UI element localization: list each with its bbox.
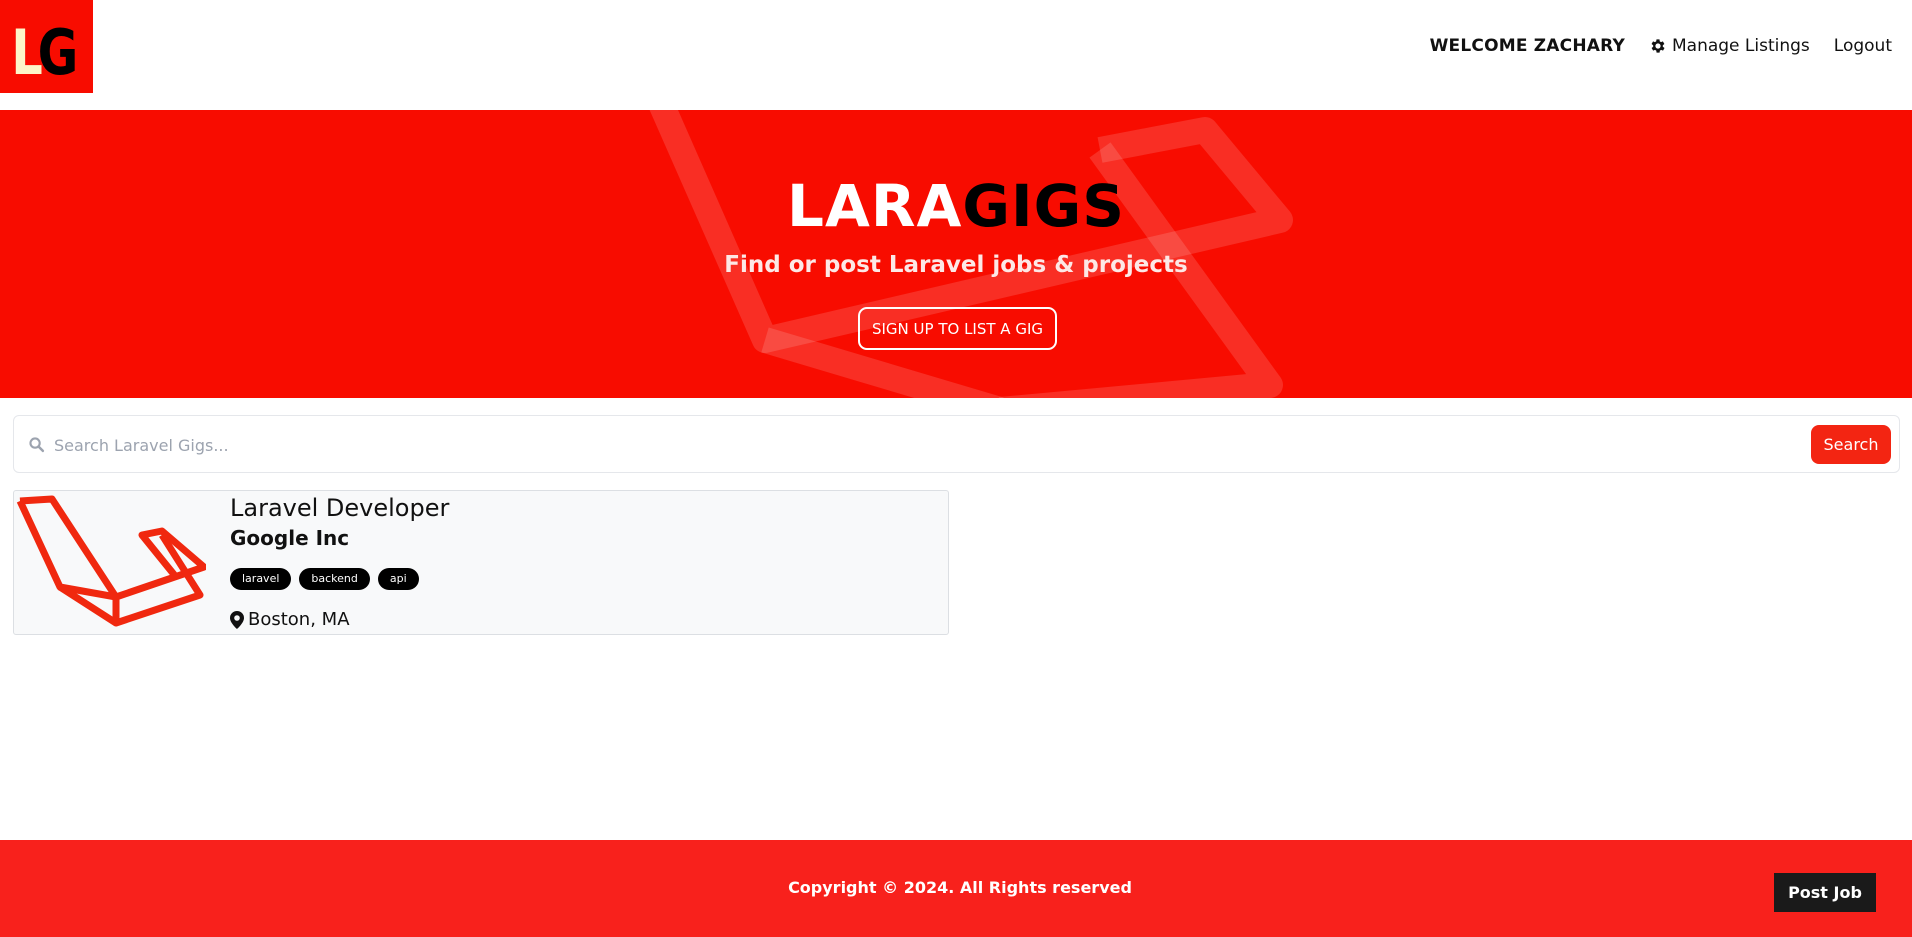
signup-list-gig-button[interactable]: SIGN UP TO LIST A GIG [858, 307, 1057, 350]
search-button[interactable]: Search [1811, 425, 1891, 464]
tag-laravel[interactable]: laravel [230, 568, 292, 590]
listing-title[interactable]: Laravel Developer [230, 494, 449, 522]
logout-link[interactable]: Logout [1834, 36, 1892, 56]
hero-title-gigs: GIGS [962, 172, 1125, 240]
lg-logo-icon: L G [0, 0, 93, 93]
listing-company: Google Inc [230, 526, 350, 550]
hero-title: LARAGIGS [0, 172, 1912, 240]
tag-api[interactable]: api [377, 568, 419, 590]
welcome-text: WELCOME ZACHARY [1429, 36, 1625, 56]
laravel-logo-icon [16, 495, 206, 627]
search-bar: Search [13, 415, 1900, 473]
manage-listings-label: Manage Listings [1671, 36, 1810, 56]
hero-subtitle: Find or post Laravel jobs & projects [724, 252, 1188, 278]
post-job-button[interactable]: Post Job [1774, 873, 1876, 912]
listing-card[interactable]: Laravel Developer Google Inc laravel bac… [13, 490, 949, 635]
listing-location: Boston, MA [230, 609, 350, 630]
manage-listings-link[interactable]: Manage Listings [1649, 36, 1810, 56]
site-logo[interactable]: L G [0, 0, 93, 93]
footer: Copyright © 2024. All Rights reserved Po… [0, 840, 1912, 937]
navbar: L G WELCOME ZACHARY Manage Listings Logo… [0, 0, 1912, 110]
copyright-text: Copyright © 2024. All Rights reserved [788, 878, 1132, 897]
svg-text:G: G [38, 18, 79, 90]
listing-tags: laravel backend api [230, 568, 427, 590]
map-pin-icon [230, 610, 244, 629]
gear-icon [1651, 39, 1665, 53]
tag-backend[interactable]: backend [299, 568, 370, 590]
search-icon [29, 437, 45, 453]
listing-location-text: Boston, MA [248, 609, 350, 630]
hero-title-lara: LARA [787, 172, 963, 240]
hero-banner: LARAGIGS Find or post Laravel jobs & pro… [0, 110, 1912, 398]
search-input[interactable] [54, 428, 1754, 462]
